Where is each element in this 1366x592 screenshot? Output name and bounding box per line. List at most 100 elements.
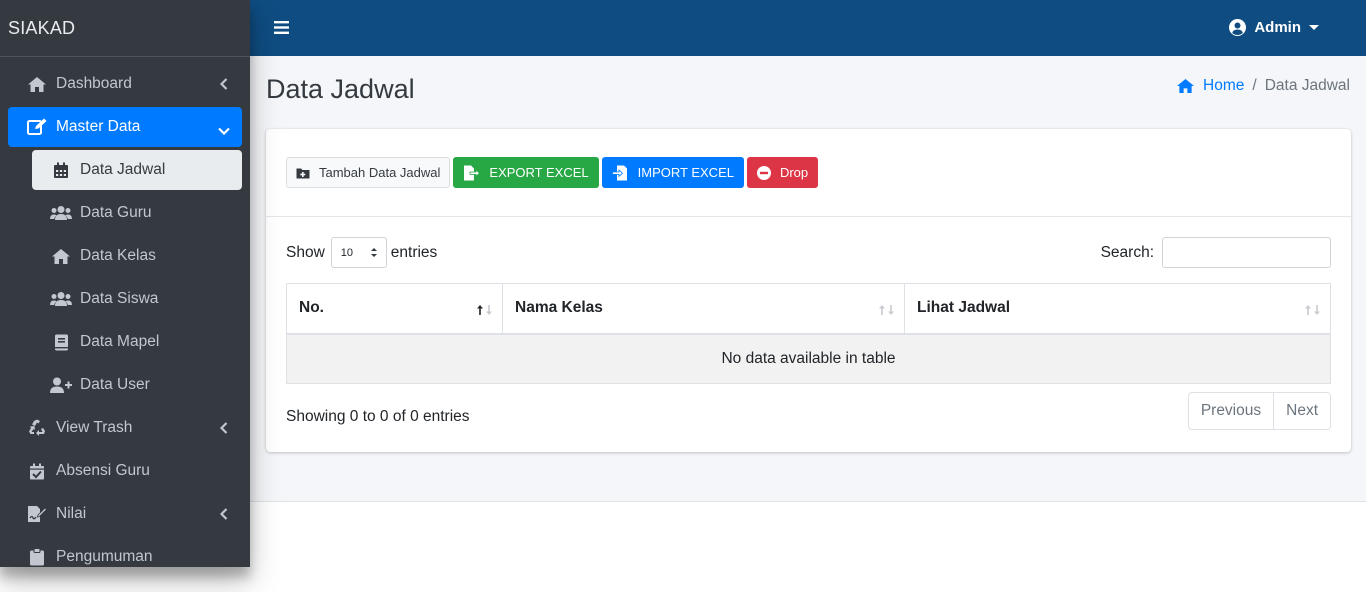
data-card: Tambah Data Jadwal EXPORT EXCEL IMPORT E… <box>266 129 1351 452</box>
breadcrumb-current: Data Jadwal <box>1264 77 1350 94</box>
export-excel-button[interactable]: EXPORT EXCEL <box>453 157 599 188</box>
show-label: Show <box>286 243 325 261</box>
menu-toggle-icon[interactable] <box>274 20 289 40</box>
length-value: 10 <box>340 246 354 259</box>
sidebar-nav: Dashboard Master Data Data Jadwal Data G… <box>0 57 250 567</box>
user-circle-icon <box>1229 19 1247 36</box>
search-control: Search: <box>1101 237 1331 268</box>
import-excel-button[interactable]: IMPORT EXCEL <box>601 157 744 188</box>
sidebar-item-label: Pengumuman <box>56 548 153 565</box>
sidebar-item-label: Data User <box>80 376 150 393</box>
content-wrapper: Data Jadwal Home / Data Jadwal Tambah Da… <box>250 56 1366 502</box>
sidebar-item-pengumuman[interactable]: Pengumuman <box>8 537 242 567</box>
entries-length-select[interactable]: 10 <box>330 237 387 268</box>
sidebar-item-label: Dashboard <box>56 75 132 92</box>
table-row: No data available in table <box>286 333 1331 384</box>
column-label: Lihat Jadwal <box>917 299 1011 317</box>
toolbar: Tambah Data Jadwal EXPORT EXCEL IMPORT E… <box>286 157 821 188</box>
export-button-label: EXPORT EXCEL <box>489 165 589 180</box>
user-plus-icon <box>50 375 72 395</box>
caret-down-icon <box>1309 25 1319 30</box>
users-icon <box>50 289 72 309</box>
jadwal-table: No. Nama Kelas Lihat Jadwal No data avai <box>286 283 1331 384</box>
breadcrumb-home-label: Home <box>1203 77 1245 94</box>
sidebar-item-data-guru[interactable]: Data Guru <box>32 193 242 233</box>
card-header: Tambah Data Jadwal EXPORT EXCEL IMPORT E… <box>266 129 1351 217</box>
book-icon <box>50 332 72 352</box>
brand-text: SIAKAD <box>8 17 76 38</box>
sort-icon <box>1304 303 1322 321</box>
calendar-icon <box>50 160 72 180</box>
sort-asc-icon <box>476 303 494 321</box>
topbar: Admin <box>250 0 1366 56</box>
file-import-icon <box>611 165 627 180</box>
table-header-row: No. Nama Kelas Lihat Jadwal <box>286 283 1331 335</box>
chevron-left-icon <box>219 507 228 525</box>
next-page-button[interactable]: Next <box>1274 392 1331 430</box>
sidebar-item-data-jadwal[interactable]: Data Jadwal <box>32 150 242 190</box>
breadcrumb-home-link[interactable]: Home <box>1176 77 1244 95</box>
file-export-icon <box>464 165 481 180</box>
search-input[interactable] <box>1162 237 1331 268</box>
sidebar-item-data-siswa[interactable]: Data Siswa <box>32 279 242 319</box>
sidebar-item-data-kelas[interactable]: Data Kelas <box>32 236 242 276</box>
import-button-label: IMPORT EXCEL <box>637 165 734 180</box>
breadcrumb-separator: / <box>1252 77 1257 94</box>
sidebar-item-label: Data Guru <box>80 204 152 221</box>
search-label: Search: <box>1100 243 1154 261</box>
chevron-down-icon <box>218 122 230 140</box>
sidebar-item-label: Data Mapel <box>80 333 160 350</box>
sort-icon <box>878 303 896 321</box>
home-icon <box>50 246 72 266</box>
calendar-check-icon <box>26 461 48 481</box>
column-header-nama-kelas[interactable]: Nama Kelas <box>502 283 905 335</box>
master-data-submenu: Data Jadwal Data Guru Data Kelas Data Si… <box>0 150 250 405</box>
sidebar-item-data-user[interactable]: Data User <box>32 365 242 405</box>
file-signature-icon <box>26 504 48 524</box>
brand-link[interactable]: SIAKAD <box>0 0 250 57</box>
minus-circle-icon <box>756 165 771 180</box>
user-name: Admin <box>1254 19 1301 36</box>
folder-plus-icon <box>296 168 310 178</box>
sidebar-item-label: View Trash <box>56 419 133 436</box>
table-info: Showing 0 to 0 of 0 entries <box>286 408 470 425</box>
drop-button-label: Drop <box>779 165 809 180</box>
sidebar-item-absensi-guru[interactable]: Absensi Guru <box>8 451 242 491</box>
sidebar-item-label: Master Data <box>56 118 141 135</box>
sidebar-item-label: Data Jadwal <box>80 161 166 178</box>
datatable-controls: Show 10 entries Search: <box>286 237 1331 269</box>
chevron-left-icon <box>219 77 228 95</box>
previous-page-button[interactable]: Previous <box>1187 392 1275 430</box>
clipboard-icon <box>26 547 48 567</box>
sidebar-item-label: Data Siswa <box>80 290 159 307</box>
sidebar-item-dashboard[interactable]: Dashboard <box>8 64 242 104</box>
sidebar-item-master-data[interactable]: Master Data <box>8 107 242 147</box>
entries-label: entries <box>390 243 438 261</box>
length-control: Show 10 entries <box>286 237 437 268</box>
select-arrows-icon <box>370 247 378 261</box>
breadcrumb: Home / Data Jadwal <box>1176 77 1350 95</box>
sidebar-item-data-mapel[interactable]: Data Mapel <box>32 322 242 362</box>
page-title: Data Jadwal <box>266 74 415 104</box>
sidebar-item-label: Data Kelas <box>80 247 156 264</box>
drop-button[interactable]: Drop <box>746 157 819 188</box>
sidebar-item-view-trash[interactable]: View Trash <box>8 408 242 448</box>
home-icon <box>1177 78 1195 94</box>
user-menu[interactable]: Admin <box>1229 19 1319 36</box>
add-button-label: Tambah Data Jadwal <box>319 165 441 180</box>
add-data-jadwal-button[interactable]: Tambah Data Jadwal <box>286 157 451 188</box>
users-icon <box>50 203 72 223</box>
column-label: Nama Kelas <box>515 299 603 317</box>
pagination: Previous Next <box>1187 392 1331 430</box>
edit-icon <box>26 117 48 137</box>
sidebar-item-label: Nilai <box>56 505 87 522</box>
column-header-lihat-jadwal[interactable]: Lihat Jadwal <box>904 283 1331 335</box>
sidebar: SIAKAD Dashboard Master Data Data Jadwal <box>0 0 250 567</box>
chevron-left-icon <box>219 421 228 439</box>
sidebar-item-label: Absensi Guru <box>56 462 150 479</box>
sidebar-item-nilai[interactable]: Nilai <box>8 494 242 534</box>
empty-table-message: No data available in table <box>286 333 1331 384</box>
column-label: No. <box>299 299 324 317</box>
column-header-no[interactable]: No. <box>286 283 503 335</box>
recycle-icon <box>26 418 48 438</box>
